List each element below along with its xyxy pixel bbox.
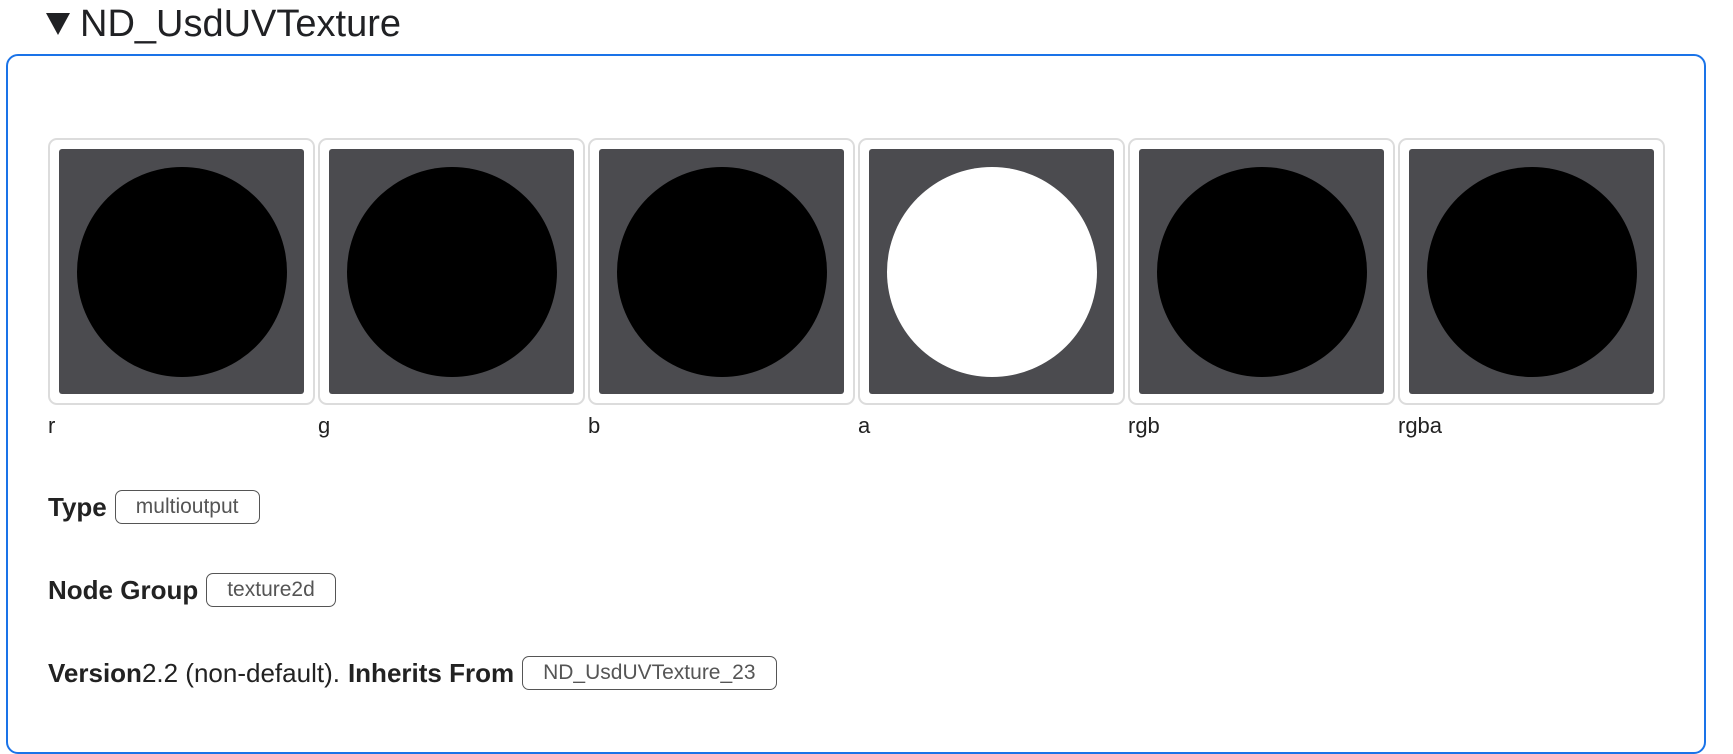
preview-swatch — [1139, 149, 1384, 394]
output-tile-g[interactable]: g — [318, 138, 585, 439]
preview-sphere — [886, 166, 1097, 377]
thumbnail-frame — [588, 138, 855, 405]
thumbnail-frame — [318, 138, 585, 405]
preview-swatch — [59, 149, 304, 394]
section-title: ND_UsdUVTexture — [80, 2, 401, 45]
output-label: a — [858, 413, 871, 438]
thumbnail-frame — [1398, 138, 1665, 405]
thumbnail-frame — [48, 138, 315, 405]
output-label: g — [318, 413, 331, 438]
node-group-label: Node Group — [48, 574, 199, 605]
version-value: 2.2 (non-default). — [141, 657, 340, 688]
preview-sphere — [346, 166, 557, 377]
output-tile-rgba[interactable]: rgba — [1398, 138, 1665, 439]
collapse-triangle-icon[interactable] — [46, 13, 70, 35]
preview-swatch — [869, 149, 1114, 394]
preview-swatch — [1409, 149, 1654, 394]
output-tile-a[interactable]: a — [858, 138, 1125, 439]
preview-sphere — [616, 166, 827, 377]
output-thumbnails: r g b a rgb rgba — [48, 138, 1665, 439]
section-header[interactable]: ND_UsdUVTexture — [46, 2, 401, 46]
output-tile-rgb[interactable]: rgb — [1128, 138, 1395, 439]
output-label: b — [588, 413, 601, 438]
inherits-chip[interactable]: ND_UsdUVTexture_23 — [522, 656, 777, 690]
preview-swatch — [599, 149, 844, 394]
node-group-row: Node Group texture2d — [48, 573, 336, 607]
thumbnail-frame — [1128, 138, 1395, 405]
output-tile-r[interactable]: r — [48, 138, 315, 439]
output-label: rgba — [1398, 413, 1443, 438]
preview-swatch — [329, 149, 574, 394]
output-label: rgb — [1128, 413, 1160, 438]
version-label: Version — [48, 657, 142, 688]
output-label: r — [48, 413, 56, 438]
version-row: Version 2.2 (non-default). Inherits From… — [48, 656, 777, 690]
inherits-label: Inherits From — [347, 657, 515, 688]
preview-sphere — [1426, 166, 1637, 377]
preview-sphere — [1156, 166, 1367, 377]
preview-sphere — [76, 166, 287, 377]
node-group-chip[interactable]: texture2d — [206, 573, 336, 607]
type-chip[interactable]: multioutput — [114, 490, 260, 524]
thumbnail-frame — [858, 138, 1125, 405]
output-tile-b[interactable]: b — [588, 138, 855, 439]
type-label: Type — [48, 491, 107, 522]
type-row: Type multioutput — [48, 490, 260, 524]
